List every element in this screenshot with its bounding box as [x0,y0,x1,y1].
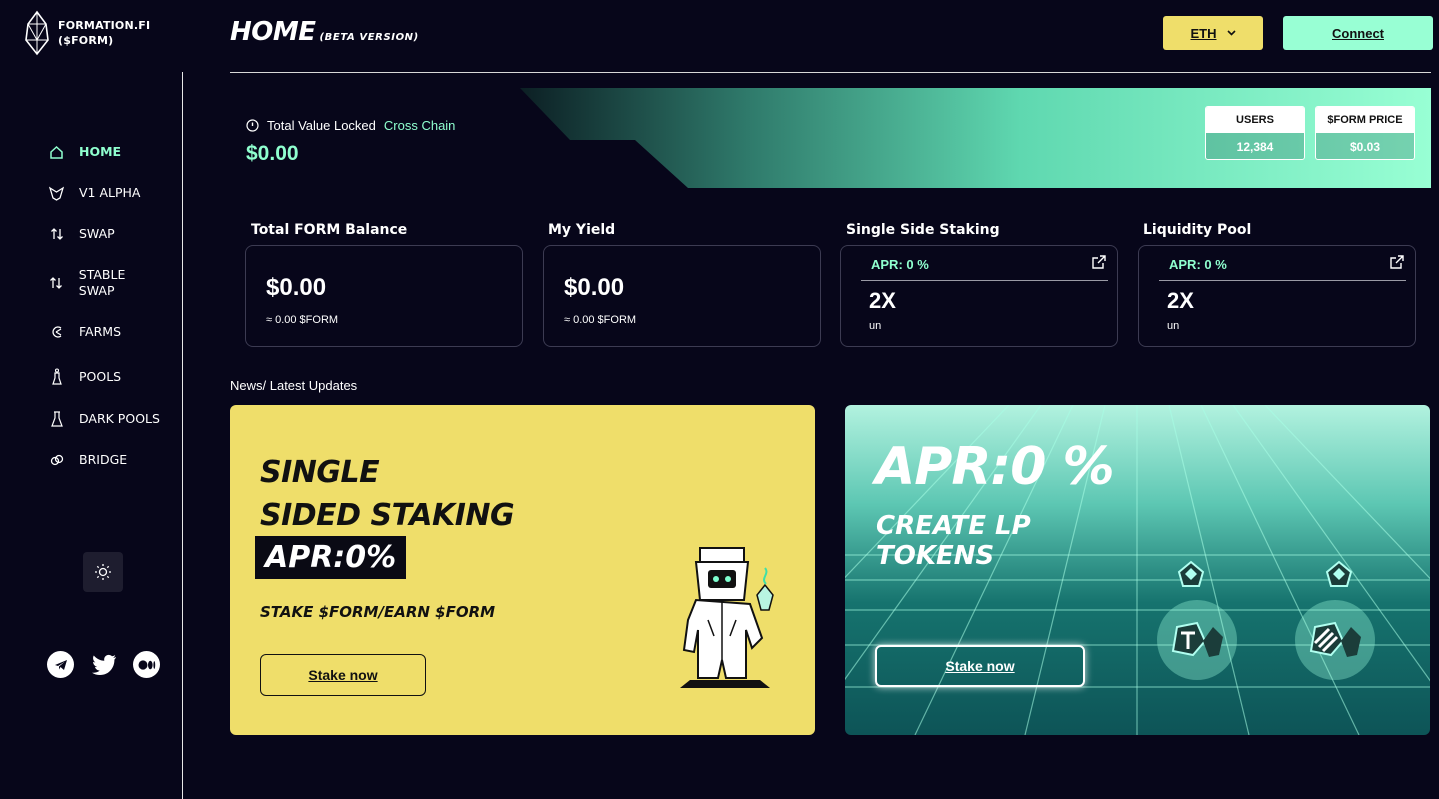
home-icon [48,145,65,160]
bridge-icon [48,453,65,467]
sidebar-item-label: BRIDGE [79,452,128,467]
users-stat-label: USERS [1206,107,1304,133]
tvl-label-accent: Cross Chain [383,118,456,133]
brand-logo[interactable]: FORMATION.FI ($FORM) [22,10,150,56]
page-title: HOME (BETA VERSION) [230,17,419,47]
users-stat: USERS 12,384 [1205,106,1305,160]
external-link-icon[interactable] [1091,254,1107,270]
sidebar-item-farms[interactable]: FARMS [48,324,121,340]
price-stat: $FORM PRICE $0.03 [1315,106,1415,160]
robot-mascot-illustration [680,547,774,688]
info-icon[interactable] [246,119,259,132]
liquidity-multiplier: 2X [1167,288,1194,313]
connect-wallet-button[interactable]: Connect [1283,16,1433,50]
yield-value: $0.00 [564,274,625,301]
header-divider [230,72,1431,73]
sidebar-item-swap[interactable]: SWAP [48,226,115,242]
yield-card-title: My Yield [548,222,616,238]
staking-unit: un [869,320,882,332]
theme-toggle-button[interactable] [83,552,123,592]
telegram-link[interactable] [47,651,74,678]
formation-logo-icon [25,10,49,56]
sidebar-item-label: FARMS [79,324,121,339]
balance-card: $0.00 ≈ 0.00 $FORM [245,245,523,347]
telegram-icon [54,659,67,670]
twitter-link[interactable] [90,651,117,678]
lp-promo-line2: TOKENS [876,541,995,571]
staking-promo-subtitle: STAKE $FORM/EARN $FORM [260,603,496,621]
sidebar-item-label: POOLS [79,369,122,384]
staking-promo-line2: SIDED STAKING [260,498,515,533]
flask-icon [48,411,65,427]
network-select[interactable]: ETH [1163,16,1263,50]
staking-promo-headline: SINGLE SIDED STAKING [260,451,515,537]
staking-card[interactable]: APR: 0 % 2X un [840,245,1118,347]
lp-promo-apr: APR:0 % [875,437,1115,497]
sun-icon [95,564,111,580]
staking-apr: APR: 0 % [871,257,929,272]
liquidity-card-title: Liquidity Pool [1143,222,1252,238]
social-links [47,651,160,678]
tvl-label-text: Total Value Locked [267,118,376,133]
sidebar-item-home[interactable]: HOME [48,144,121,160]
tvl-value: $0.00 [246,142,299,165]
sidebar-item-label: DARK POOLS [79,411,160,426]
sidebar-item-label: V1 ALPHA [79,185,141,200]
news-section-title: News/ Latest Updates [230,378,358,393]
staking-multiplier: 2X [869,288,896,313]
yield-form-amount: ≈ 0.00 $FORM [564,314,637,326]
sidebar-item-label: STABLE SWAP [78,267,126,298]
users-stat-value: 12,384 [1206,133,1304,159]
brand-name: FORMATION.FI [58,19,151,32]
swap-icon [48,276,65,290]
twitter-icon [91,654,116,675]
chevron-down-icon [1226,30,1236,36]
sidebar-item-v1-alpha[interactable]: V1 ALPHA [48,185,140,201]
sidebar-item-label: SWAP [79,226,115,241]
lp-promo-headline: CREATE LP TOKENS [876,511,1031,571]
liquidity-apr: APR: 0 % [1169,257,1227,272]
liquidity-card[interactable]: APR: 0 % 2X un [1138,245,1416,347]
balance-value: $0.00 [266,274,327,301]
yield-card: $0.00 ≈ 0.00 $FORM [543,245,821,347]
price-stat-label: $FORM PRICE [1316,107,1414,133]
page-subtitle: (BETA VERSION) [319,32,419,43]
page-title-text: HOME [230,17,316,47]
sidebar-item-label: HOME [79,144,122,159]
network-label: ETH [1190,25,1217,41]
swap-icon [48,227,65,241]
sidebar-item-bridge[interactable]: BRIDGE [48,452,127,468]
balance-form-amount: ≈ 0.00 $FORM [266,314,339,326]
lp-promo-line1: CREATE LP [876,511,1031,541]
pools-icon [48,368,65,386]
liquidity-divider [1159,280,1406,281]
balance-card-title: Total FORM Balance [251,222,408,238]
alpha-icon [48,186,65,201]
staking-promo-card: SINGLE SIDED STAKING APR:0% STAKE $FORM/… [230,405,815,735]
sidebar-item-dark-pools[interactable]: DARK POOLS [48,411,160,427]
sidebar-divider [182,72,183,799]
medium-icon [138,659,155,670]
staking-divider [861,280,1108,281]
stake-now-button[interactable]: Stake now [260,654,426,696]
price-stat-value: $0.03 [1316,133,1414,159]
staking-promo-apr: APR:0% [255,536,407,579]
lp-promo-card: APR:0 % CREATE LP TOKENS Stake now [845,405,1430,735]
lp-stake-now-button[interactable]: Stake now [875,645,1085,687]
sidebar-item-stable-swap[interactable]: STABLE SWAP [48,267,138,299]
sidebar-item-pools[interactable]: POOLS [48,368,121,386]
liquidity-unit: un [1167,320,1180,332]
staking-card-title: Single Side Staking [846,222,1000,238]
external-link-icon[interactable] [1389,254,1405,270]
staking-promo-line1: SINGLE [260,455,380,490]
farms-icon [48,325,65,339]
tvl-label: Total Value Locked Cross Chain [246,118,455,133]
medium-link[interactable] [133,651,160,678]
brand-ticker: ($FORM) [58,34,114,47]
